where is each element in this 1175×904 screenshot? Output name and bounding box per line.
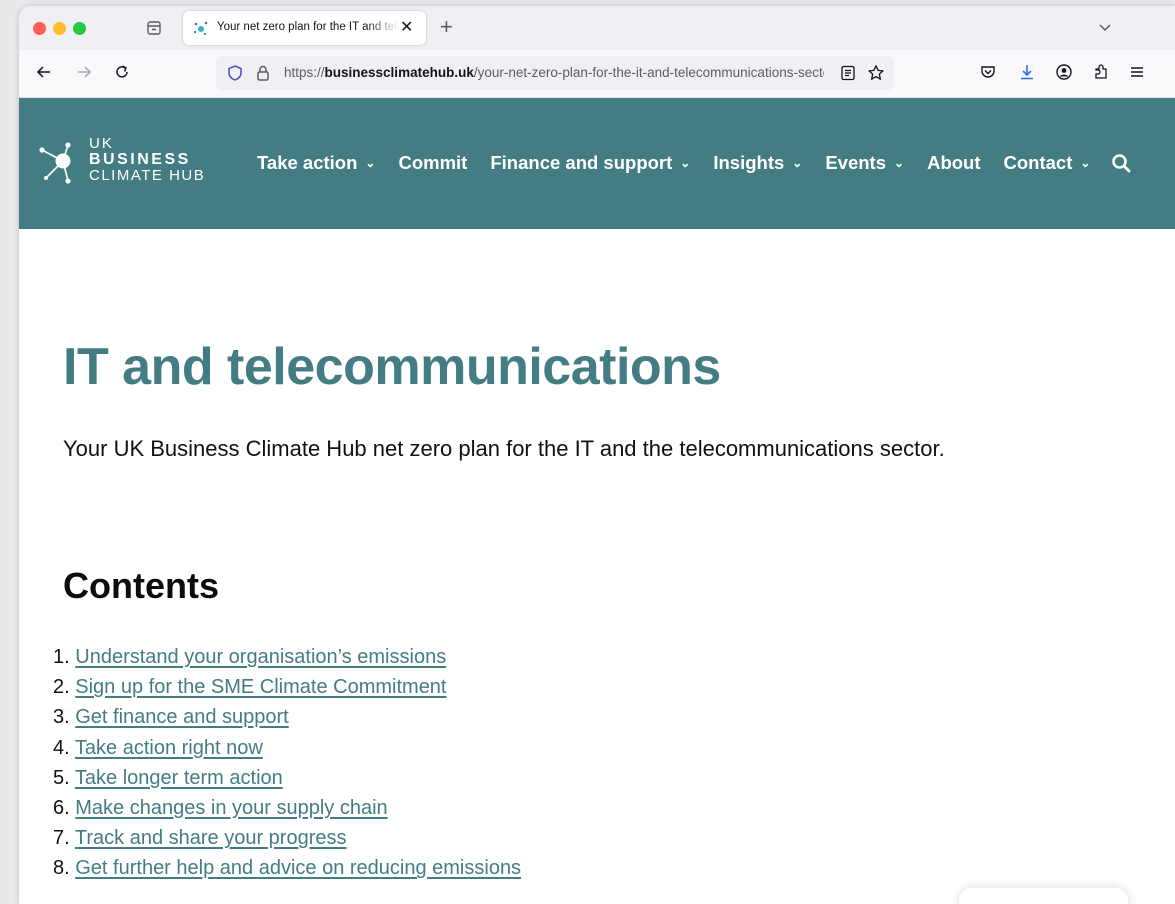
new-tab-button[interactable]: + — [440, 14, 453, 40]
url-domain: businessclimatehub.uk — [324, 65, 474, 80]
nav-finance-and-support[interactable]: Finance and support ⌄ — [490, 152, 690, 174]
toc-item: 3. Get finance and support — [53, 702, 521, 732]
toc-link-understand-emissions[interactable]: Understand your organisation’s emissions — [75, 646, 446, 668]
nav-events[interactable]: Events ⌄ — [825, 152, 904, 174]
lock-icon[interactable] — [254, 64, 272, 82]
toc-link-supply-chain[interactable]: Make changes in your supply chain — [75, 797, 387, 819]
nav-contact[interactable]: Contact ⌄ — [1004, 152, 1091, 174]
tab-title: Your net zero plan for the IT and teleco… — [217, 21, 399, 33]
toc-number: 3. — [53, 706, 70, 729]
toc-link-longer-term-action[interactable]: Take longer term action — [75, 767, 283, 789]
chevron-down-icon: ⌄ — [792, 156, 803, 170]
reload-icon[interactable] — [113, 63, 131, 81]
toc-number: 2. — [53, 676, 70, 699]
toc-item: 4. Take action right now — [53, 733, 521, 763]
account-icon[interactable] — [1055, 63, 1073, 81]
browser-window: Your net zero plan for the IT and teleco… — [19, 6, 1175, 904]
site-header: UK BUSINESS CLIMATE HUB Take action ⌄ Co… — [19, 98, 1175, 229]
toc-item: 6. Make changes in your supply chain — [53, 793, 521, 823]
minimize-window-button[interactable] — [53, 22, 66, 35]
logo-line-climate-hub: CLIMATE HUB — [89, 167, 206, 184]
toc-number: 8. — [53, 857, 70, 880]
toc-number: 6. — [53, 797, 70, 820]
navigation-toolbar: https://businessclimatehub.uk/your-net-z… — [19, 50, 1175, 98]
nav-commit[interactable]: Commit — [398, 152, 467, 174]
tab-list-icon[interactable] — [146, 20, 162, 36]
toc-item: 7. Track and share your progress — [53, 823, 521, 853]
bookmark-star-icon[interactable] — [867, 64, 885, 82]
forward-arrow-icon[interactable] — [75, 63, 93, 81]
toc-number: 4. — [53, 736, 70, 759]
tab-close-icon[interactable]: ✕ — [400, 18, 413, 38]
toc-link-finance-and-support[interactable]: Get finance and support — [75, 706, 288, 728]
site-logo[interactable]: UK BUSINESS CLIMATE HUB — [89, 136, 205, 184]
tracking-protection-shield-icon[interactable] — [226, 64, 244, 82]
chevron-down-icon: ⌄ — [680, 156, 691, 170]
nav-label: Take action — [257, 152, 358, 173]
chevron-down-icon: ⌄ — [894, 156, 905, 170]
hamburger-menu-icon[interactable] — [1128, 63, 1146, 81]
active-tab[interactable]: Your net zero plan for the IT and teleco… — [183, 11, 426, 45]
fullscreen-window-button[interactable] — [73, 22, 86, 35]
toc-item: 2. Sign up for the SME Climate Commitmen… — [53, 672, 521, 702]
pocket-icon[interactable] — [979, 63, 997, 81]
search-icon[interactable] — [1111, 153, 1131, 173]
nav-insights[interactable]: Insights ⌄ — [713, 152, 802, 174]
back-arrow-icon[interactable] — [35, 63, 53, 81]
logo-line-uk: UK — [89, 135, 114, 152]
chevron-down-icon: ⌄ — [1080, 156, 1091, 170]
tab-strip: Your net zero plan for the IT and teleco… — [19, 6, 1175, 50]
chevron-down-icon: ⌄ — [365, 156, 376, 170]
toc-number: 1. — [53, 646, 70, 668]
url-path: /your-net-zero-plan-for-the-it-and-telec… — [473, 65, 824, 80]
nav-label: Finance and support — [490, 152, 673, 173]
nav-label: About — [927, 152, 981, 173]
contents-heading: Contents — [63, 565, 219, 606]
nav-label: Events — [825, 152, 887, 173]
nav-about[interactable]: About — [927, 152, 980, 174]
toc-link-further-help[interactable]: Get further help and advice on reducing … — [75, 857, 521, 879]
table-of-contents: 1. Understand your organisation’s emissi… — [53, 642, 521, 884]
toc-number: 5. — [53, 766, 70, 789]
chevron-down-icon[interactable] — [1098, 20, 1112, 34]
logo-line-business: BUSINESS — [89, 151, 191, 168]
nav-take-action[interactable]: Take action ⌄ — [257, 152, 375, 174]
reader-view-icon[interactable] — [840, 65, 856, 81]
climate-hub-logo-icon[interactable] — [35, 134, 75, 190]
intro-text: Your UK Business Climate Hub net zero pl… — [63, 436, 945, 461]
floating-widget[interactable] — [959, 888, 1128, 904]
site-favicon-icon — [193, 21, 208, 36]
toc-item: 8. Get further help and advice on reduci… — [53, 853, 521, 883]
toc-link-sme-climate-commitment[interactable]: Sign up for the SME Climate Commitment — [75, 676, 446, 698]
address-bar[interactable]: https://businessclimatehub.uk/your-net-z… — [216, 56, 894, 90]
extensions-icon[interactable] — [1092, 63, 1110, 81]
toc-item: 1. Understand your organisation’s emissi… — [53, 642, 521, 672]
close-window-button[interactable] — [33, 22, 46, 35]
url-scheme: https:// — [284, 65, 325, 80]
nav-label: Commit — [398, 152, 468, 173]
toc-item: 5. Take longer term action — [53, 763, 521, 793]
toc-link-take-action-now[interactable]: Take action right now — [75, 737, 263, 759]
nav-label: Insights — [713, 152, 785, 173]
url-text[interactable]: https://businessclimatehub.uk/your-net-z… — [284, 65, 824, 80]
download-icon[interactable] — [1018, 63, 1036, 81]
main-navigation: Take action ⌄ Commit Finance and support… — [257, 150, 1131, 176]
toc-link-track-progress[interactable]: Track and share your progress — [75, 827, 347, 849]
toc-number: 7. — [53, 827, 70, 850]
nav-label: Contact — [1003, 152, 1073, 173]
page-title: IT and telecommunications — [63, 338, 721, 396]
